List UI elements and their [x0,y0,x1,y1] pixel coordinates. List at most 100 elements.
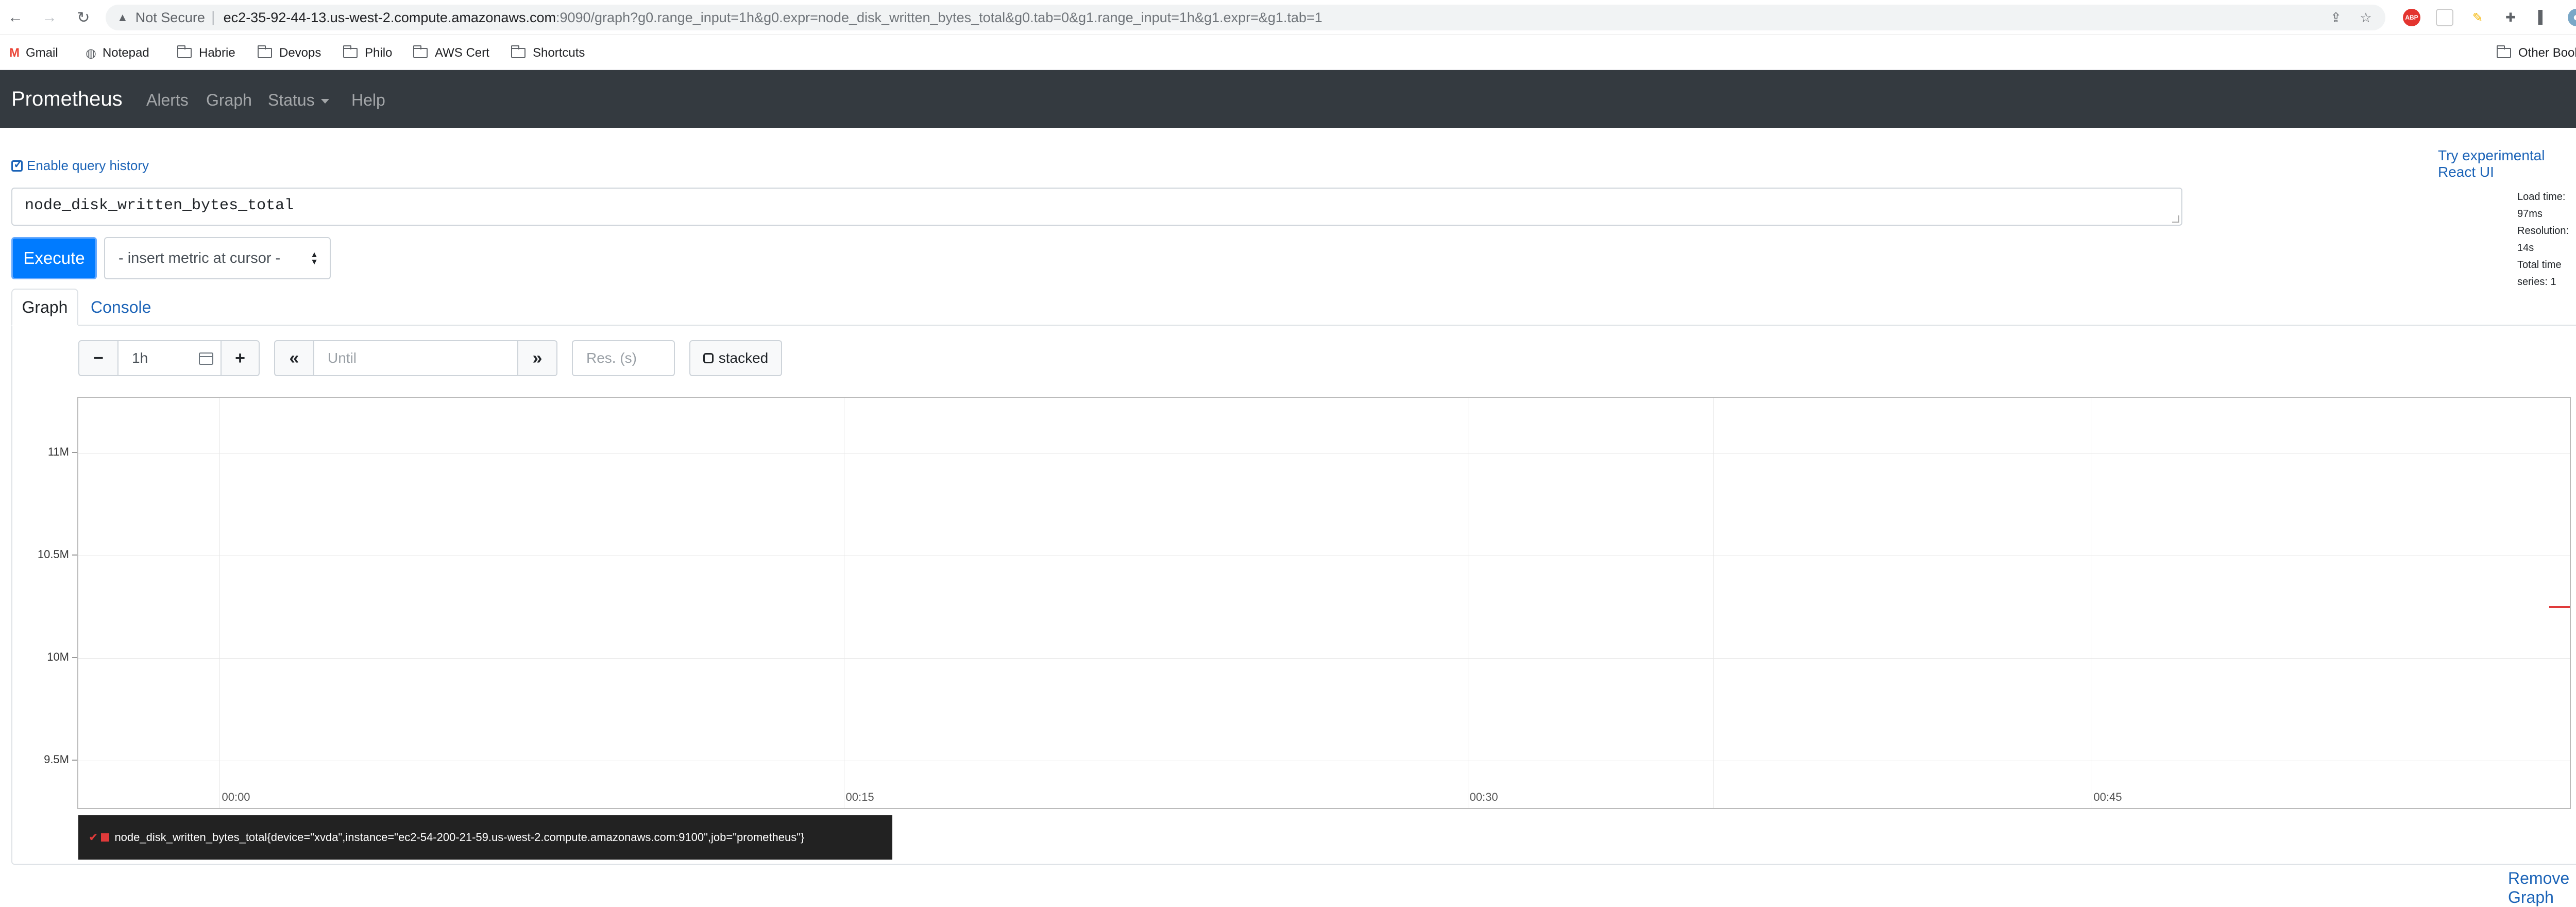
select-arrows-icon: ▲ ▼ [310,250,318,266]
nav-graph[interactable]: Graph [206,91,252,110]
bookmark-label: Habrie [199,46,235,60]
url-separator: | [211,9,215,26]
bookmark-other[interactable]: Other Bookmarks [2497,44,2576,62]
bookmark-label: Gmail [26,46,58,60]
increase-range-button[interactable]: + [221,340,260,376]
adblock-extension-icon[interactable]: ABP [2403,9,2420,26]
back-arrow-icon[interactable]: ← [3,5,28,30]
insert-metric-select[interactable]: - insert metric at cursor - ▲ ▼ [104,237,331,279]
total-time-series: Total time series: 1 [2517,259,2562,288]
rewind-button[interactable]: « [274,340,314,376]
load-time: Load time: 97ms [2517,191,2566,220]
bookmark-devops[interactable]: Devops [258,44,321,62]
y-tick-label: 9.5M [44,753,69,766]
remove-graph-link[interactable]: Remove Graph [2508,869,2576,907]
enable-query-history-label: Enable query history [27,158,149,173]
nav-status[interactable]: Status [268,91,329,110]
legend-series-label: node_disk_written_bytes_total{device="xv… [114,831,805,844]
forward-arrow-icon[interactable]: → [37,5,62,30]
browser-toolbar: ← → ↻ ▲ Not Secure | ec2-35-92-44-13.us-… [0,0,2576,35]
share-icon[interactable]: ⇪ [2327,9,2345,26]
x-tick-label: 00:30 [1469,791,1498,803]
expression-input[interactable]: node_disk_written_bytes_total [11,188,2182,226]
bookmarks-bar: M Gmail ◍ Notepad Habrie Devops Philo AWS … [0,35,2576,70]
decrease-range-button[interactable]: − [78,340,118,376]
enable-query-history[interactable]: Enable query history [11,158,149,174]
bookmark-label: Devops [279,46,321,60]
broom-extension-icon[interactable]: ✎ [2469,9,2486,26]
y-tick-label: 10.5M [37,548,69,561]
nav-help[interactable]: Help [351,91,385,110]
resolution: Resolution: 14s [2517,225,2569,254]
y-tick-label: 11M [47,445,69,459]
until-input[interactable]: Until [313,340,518,376]
folder-icon [177,45,192,58]
url-host: ec2-35-92-44-13.us-west-2.compute.amazon… [223,9,556,25]
y-gridline [78,658,2570,659]
series-line-segment[interactable] [2549,606,2570,608]
url-path: :9090/graph?g0.range_input=1h&g0.expr=no… [555,9,1323,25]
folder-icon [413,45,428,58]
bookmark-gmail[interactable]: M Gmail [9,44,58,62]
y-gridline [78,453,2570,454]
bookmark-philo[interactable]: Philo [343,44,392,62]
bookmark-star-icon[interactable]: ☆ [2357,9,2375,26]
expression-text: node_disk_written_bytes_total [25,197,294,214]
calendar-icon [199,352,213,365]
puzzle-extensions-icon[interactable]: ✚ [2502,9,2519,26]
address-bar[interactable]: ▲ Not Secure | ec2-35-92-44-13.us-west-2… [106,5,2385,30]
extension-blank-icon[interactable] [2436,9,2453,26]
graph-chart[interactable]: 00:00 00:15 00:30 00:45 [77,397,2571,809]
resolution-input[interactable]: Res. (s) [572,340,675,376]
legend-swatch [101,833,110,842]
x-gridline [219,398,221,808]
chart-legend[interactable]: ✔ node_disk_written_bytes_total{device="… [78,815,892,860]
y-tick [72,452,77,454]
warning-icon: ▲ [117,11,128,24]
try-react-ui-link[interactable]: Try experimental React UI [2438,147,2576,180]
insert-metric-label: - insert metric at cursor - [118,249,281,266]
query-stats: Load time: 97ms Resolution: 14s Total ti… [2517,189,2576,291]
gmail-icon: M [9,46,20,60]
x-tick-label: 00:00 [222,791,250,803]
bookmark-aws-cert[interactable]: AWS Cert [413,44,489,62]
bookmark-notepad[interactable]: ◍ Notepad [86,44,149,62]
legend-check-icon: ✔ [89,831,98,844]
dropdown-caret-icon [320,99,329,104]
folder-icon [2497,45,2511,58]
security-label: Not Secure [135,9,205,25]
bookmark-habrie[interactable]: Habrie [177,44,235,62]
brand-link[interactable]: Prometheus [11,88,123,111]
range-input[interactable]: 1h [117,340,222,376]
folder-icon [343,45,358,58]
reload-icon[interactable]: ↻ [71,5,96,30]
y-tick [72,555,77,556]
tab-console[interactable]: Console [91,298,151,317]
x-gridline [1713,398,1714,808]
bookmark-label: Shortcuts [533,46,585,60]
profile-avatar-icon[interactable]: ● [2568,9,2576,26]
globe-icon: ◍ [86,46,96,60]
execute-button[interactable]: Execute [11,237,97,279]
y-tick [72,657,77,659]
checkbox-unchecked-icon [703,353,714,363]
bookmark-label: Philo [365,46,393,60]
x-tick-label: 00:15 [845,791,874,803]
prometheus-navbar: Prometheus Alerts Graph Status Help [0,70,2576,128]
y-tick [72,760,77,761]
sidebar-icon[interactable]: ▌ [2534,9,2551,26]
tab-graph[interactable]: Graph [11,289,78,326]
bookmark-shortcuts[interactable]: Shortcuts [511,44,585,62]
checkbox-checked-icon[interactable] [11,158,23,172]
range-value: 1h [132,350,148,366]
folder-icon [511,45,526,58]
adblock-label: ABP [2405,14,2418,21]
folder-icon [258,45,272,58]
x-tick-label: 00:45 [2093,791,2122,803]
nav-alerts[interactable]: Alerts [146,91,189,110]
bookmark-label: AWS Cert [435,46,489,60]
fast-forward-button[interactable]: » [517,340,557,376]
resize-handle-icon[interactable] [2172,215,2179,223]
stacked-toggle[interactable]: stacked [689,340,782,376]
nav-status-label: Status [268,91,315,109]
